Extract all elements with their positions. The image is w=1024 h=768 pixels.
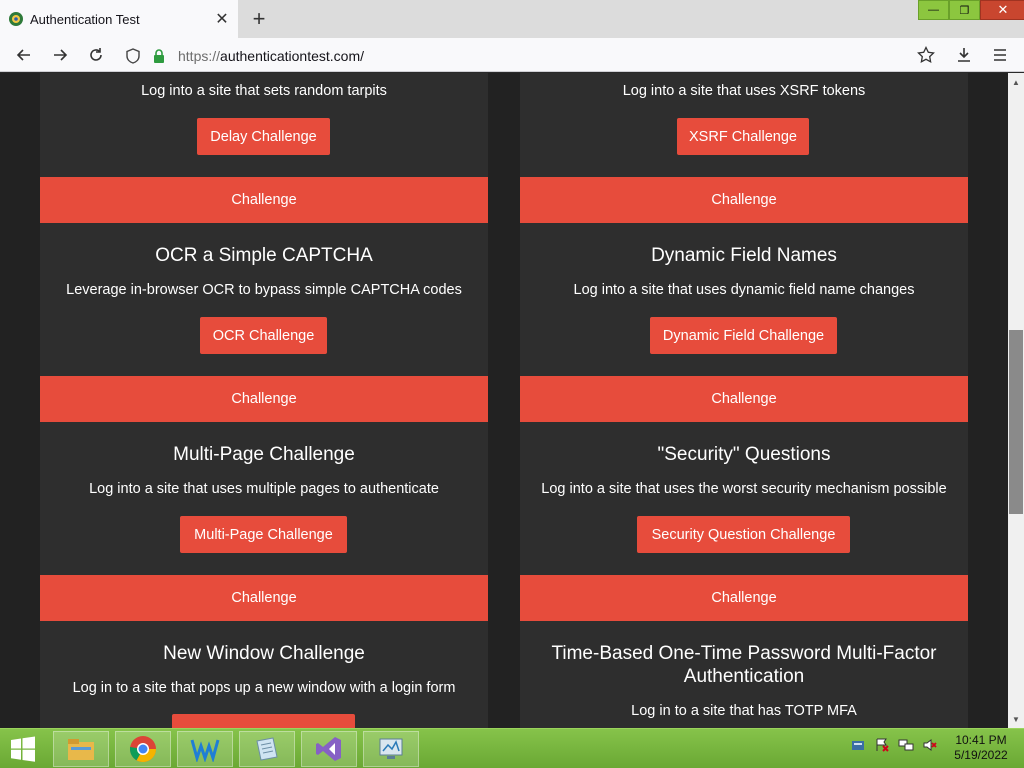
- multi-page-challenge-button[interactable]: Multi-Page Challenge: [180, 516, 347, 553]
- shield-icon[interactable]: [122, 45, 144, 67]
- card-title-line-2: Authentication: [683, 666, 805, 687]
- lock-icon[interactable]: [148, 45, 170, 67]
- chrome-icon: [129, 736, 157, 763]
- security-question-challenge-button[interactable]: Security Question Challenge: [637, 516, 850, 553]
- page-scrollbar[interactable]: ▲ ▼: [1008, 73, 1024, 728]
- hamburger-menu-icon: [994, 49, 1006, 61]
- tab-title: Authentication Test: [30, 11, 140, 27]
- back-arrow-icon: [16, 49, 30, 61]
- challenge-banner[interactable]: Challenge: [40, 575, 488, 621]
- visual-studio-taskbar-button[interactable]: [301, 731, 357, 767]
- card-description: Log into a site that sets random tarpits: [141, 83, 387, 99]
- scrollbar-thumb[interactable]: [1009, 330, 1023, 514]
- visual-studio-icon: [316, 737, 341, 761]
- reload-button[interactable]: [82, 42, 110, 68]
- file-explorer-taskbar-button[interactable]: [53, 731, 109, 767]
- challenge-banner[interactable]: Challenge: [40, 177, 488, 223]
- page-content: Log into a site that sets random tarpits…: [0, 73, 1008, 728]
- close-window-button[interactable]: ✕: [980, 0, 1024, 20]
- clock-time: 10:41 PM: [955, 733, 1007, 747]
- app-menu-button[interactable]: [986, 42, 1014, 68]
- new-tab-button[interactable]: +: [246, 6, 272, 32]
- card-description: Log into a site that uses the worst secu…: [541, 481, 947, 497]
- notepad-taskbar-button[interactable]: [239, 731, 295, 767]
- scroll-down-icon[interactable]: ▼: [1008, 712, 1024, 726]
- challenge-banner[interactable]: Challenge: [520, 177, 968, 223]
- star-icon: [917, 46, 935, 64]
- url-protocol: https://: [178, 47, 221, 64]
- card-description: Log in to a site that pops up a new wind…: [72, 680, 456, 696]
- back-button[interactable]: [10, 42, 38, 68]
- browser-tab[interactable]: Authentication Test ✕: [0, 0, 238, 38]
- challenge-card-new-window: New Window Challenge Log in to a site th…: [40, 621, 488, 728]
- close-tab-icon[interactable]: ✕: [210, 7, 234, 31]
- clock-date: 5/19/2022: [954, 748, 1008, 762]
- card-description: Leverage in-browser OCR to bypass simple…: [66, 282, 462, 298]
- maximize-button[interactable]: ❐: [949, 0, 980, 20]
- notepad-icon: [256, 737, 278, 761]
- challenge-card-totp: Time-Based One-Time Password Multi-Facto…: [520, 621, 968, 728]
- challenge-card-delay: Log into a site that sets random tarpits…: [40, 73, 488, 177]
- ocr-challenge-button[interactable]: OCR Challenge: [200, 317, 327, 354]
- delay-challenge-button[interactable]: Delay Challenge: [197, 118, 330, 155]
- keyboard-tray-icon[interactable]: [849, 735, 867, 755]
- address-bar[interactable]: https://authenticationtest.com/: [118, 42, 938, 69]
- card-description: Log into a site that uses dynamic field …: [573, 282, 915, 298]
- windows-taskbar: 10:41 PM 5/19/2022: [0, 728, 1024, 768]
- bookmark-button[interactable]: [912, 42, 940, 68]
- challenge-banner[interactable]: Challenge: [520, 376, 968, 422]
- volume-muted-tray-icon[interactable]: [921, 735, 939, 755]
- card-title-line-1: Time-Based One-Time Password Multi-Facto…: [551, 643, 937, 664]
- card-title: OCR a Simple CAPTCHA: [155, 245, 373, 266]
- card-description: Log into a site that uses XSRF tokens: [622, 83, 866, 99]
- new-window-challenge-button[interactable]: [172, 714, 355, 728]
- network-tray-icon[interactable]: [897, 735, 915, 755]
- forward-arrow-icon: [54, 49, 68, 61]
- browser-toolbar: https://authenticationtest.com/: [0, 38, 1024, 72]
- downloads-button[interactable]: [950, 42, 978, 68]
- forward-button[interactable]: [46, 42, 74, 68]
- download-icon: [958, 48, 970, 62]
- card-title: New Window Challenge: [163, 643, 365, 664]
- file-explorer-icon: [68, 739, 94, 760]
- challenge-card-dynamic-fields: Dynamic Field Names Log into a site that…: [520, 223, 968, 376]
- url-text: https://authenticationtest.com/: [178, 48, 364, 64]
- challenge-card-multi-page: Multi-Page Challenge Log into a site tha…: [40, 422, 488, 575]
- challenge-card-xsrf: Log into a site that uses XSRF tokens XS…: [520, 73, 968, 177]
- window-controls: — ❐ ✕: [918, 0, 1024, 20]
- plus-icon: +: [252, 6, 266, 31]
- taskbar-clock[interactable]: 10:41 PM 5/19/2022: [946, 733, 1016, 763]
- xsrf-challenge-button[interactable]: XSRF Challenge: [677, 118, 809, 155]
- url-host: authenticationtest.com/: [220, 47, 365, 64]
- control-panel-taskbar-button[interactable]: [363, 731, 419, 767]
- challenge-banner[interactable]: Challenge: [520, 575, 968, 621]
- site-favicon-icon: [9, 12, 23, 26]
- chrome-taskbar-button[interactable]: [115, 731, 171, 767]
- minimize-button[interactable]: —: [918, 0, 949, 20]
- reload-icon: [90, 48, 102, 61]
- card-description: Log in to a site that has TOTP MFA: [631, 703, 857, 719]
- challenge-card-ocr: OCR a Simple CAPTCHA Leverage in-browser…: [40, 223, 488, 376]
- scroll-up-icon[interactable]: ▲: [1008, 75, 1024, 89]
- wireshark-icon: [190, 739, 220, 762]
- card-title: "Security" Questions: [657, 444, 831, 465]
- wireshark-taskbar-button[interactable]: [177, 731, 233, 767]
- card-title: Dynamic Field Names: [651, 245, 837, 266]
- card-title: Multi-Page Challenge: [173, 444, 355, 465]
- challenge-banner[interactable]: Challenge: [40, 376, 488, 422]
- browser-tab-strip: Authentication Test ✕ + — ❐ ✕: [0, 0, 1024, 38]
- card-description: Log into a site that uses multiple pages…: [89, 481, 439, 497]
- windows-logo-icon: [11, 736, 35, 762]
- flag-tray-icon[interactable]: [873, 735, 891, 755]
- start-button[interactable]: [6, 734, 40, 764]
- dynamic-field-challenge-button[interactable]: Dynamic Field Challenge: [650, 317, 837, 354]
- challenge-card-security-questions: "Security" Questions Log into a site tha…: [520, 422, 968, 575]
- control-panel-icon: [379, 738, 403, 759]
